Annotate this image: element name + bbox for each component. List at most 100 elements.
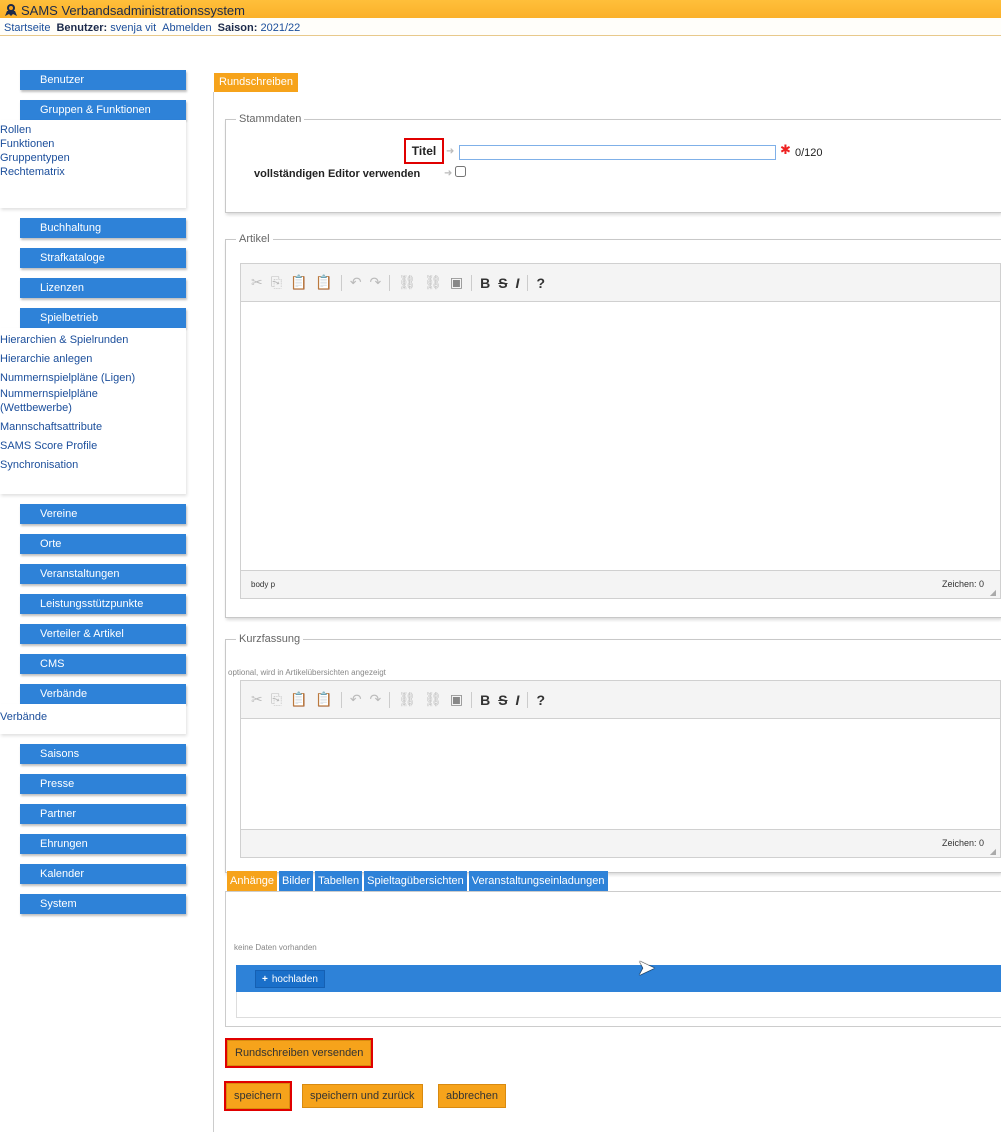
- sidebar-link-rollen[interactable]: Rollen: [0, 123, 186, 137]
- sidebar-item-spielbetrieb[interactable]: Spielbetrieb: [20, 308, 186, 328]
- sidebar-link-nsp-wettbewerbe[interactable]: Nummernspielpläne: [0, 388, 186, 401]
- sidebar-item-kalender[interactable]: Kalender: [20, 864, 186, 884]
- tab-tabellen[interactable]: Tabellen: [315, 871, 363, 891]
- sidebar-item-buchhaltung[interactable]: Buchhaltung: [20, 218, 186, 238]
- sams-logo-icon: [4, 3, 18, 17]
- save-and-back-button[interactable]: speichern und zurück: [302, 1084, 423, 1108]
- app-title: SAMS Verbandsadministrationssystem: [4, 2, 245, 18]
- sidebar-link-funktionen[interactable]: Funktionen: [0, 137, 186, 151]
- undo-icon[interactable]: ↶: [350, 274, 362, 291]
- kurzfassung-editor[interactable]: ✂ ⎘ 📋 📋 ↶ ↷ ⛓ ⛓ ▣ B S I ? Zeichen: 0 ◢: [240, 680, 1001, 858]
- paste-icon[interactable]: 📋: [290, 691, 307, 708]
- full-editor-checkbox[interactable]: [455, 166, 466, 177]
- attachments-empty: keine Daten vorhanden: [234, 943, 317, 952]
- upload-drop-area[interactable]: [236, 992, 1001, 1018]
- strike-icon[interactable]: S: [498, 275, 507, 291]
- save-button[interactable]: speichern: [224, 1081, 292, 1111]
- sidebar-link-verbaende[interactable]: Verbände: [0, 710, 186, 724]
- remove-format-icon[interactable]: I: [516, 275, 520, 291]
- image-icon[interactable]: ▣: [450, 691, 463, 708]
- redo-icon[interactable]: ↷: [370, 691, 382, 708]
- help-icon[interactable]: ?: [536, 692, 545, 708]
- toolbar-separator: [340, 274, 342, 291]
- unlink-icon[interactable]: ⛓: [424, 691, 442, 708]
- user-name[interactable]: svenja vit: [110, 22, 156, 34]
- link-icon[interactable]: ⛓: [398, 274, 416, 291]
- toolbar-separator: [471, 691, 473, 708]
- sidebar-item-lizenzen[interactable]: Lizenzen: [20, 278, 186, 298]
- sidebar-link-gruppentypen[interactable]: Gruppentypen: [0, 151, 186, 165]
- paste-icon[interactable]: 📋: [290, 274, 307, 291]
- full-editor-label: vollständigen Editor verwenden: [254, 168, 421, 180]
- sidebar-item-veranstaltungen[interactable]: Veranstaltungen: [20, 564, 186, 584]
- tab-spieltaguebersichten[interactable]: Spieltagübersichten: [364, 871, 467, 891]
- toolbar-separator: [527, 691, 529, 708]
- strike-icon[interactable]: S: [498, 692, 507, 708]
- sidebar-item-strafkataloge[interactable]: Strafkataloge: [20, 248, 186, 268]
- redo-icon[interactable]: ↷: [370, 274, 382, 291]
- sidebar-item-verteiler[interactable]: Verteiler & Artikel: [20, 624, 186, 644]
- sidebar-item-vereine[interactable]: Vereine: [20, 504, 186, 524]
- unlink-icon[interactable]: ⛓: [424, 274, 442, 291]
- toolbar-separator: [389, 274, 391, 291]
- cancel-button[interactable]: abbrechen: [438, 1084, 506, 1108]
- bold-icon[interactable]: B: [480, 692, 490, 708]
- sidebar-item-system[interactable]: System: [20, 894, 186, 914]
- attachments-panel: keine Daten vorhanden + hochladen: [225, 891, 1001, 1027]
- home-link[interactable]: Startseite: [4, 22, 50, 34]
- sidebar-link-nsp-ligen[interactable]: Nummernspielpläne (Ligen): [0, 369, 186, 388]
- help-icon[interactable]: ?: [536, 275, 545, 291]
- cut-icon[interactable]: ✂: [251, 691, 263, 708]
- logout-link[interactable]: Abmelden: [162, 22, 212, 34]
- titel-input[interactable]: [459, 145, 776, 160]
- sidebar-item-gruppen[interactable]: Gruppen & Funktionen: [20, 100, 186, 120]
- sidebar-link-sams-score[interactable]: SAMS Score Profile: [0, 437, 186, 456]
- user-info: Benutzer: svenja vit: [56, 22, 156, 34]
- upload-button[interactable]: + hochladen: [255, 970, 325, 988]
- resize-icon[interactable]: ◢: [990, 588, 996, 597]
- artikel-element-path[interactable]: body p: [251, 580, 275, 589]
- artikel-editor[interactable]: ✂ ⎘ 📋 📋 ↶ ↷ ⛓ ⛓ ▣ B S I ? body p Zeichen…: [240, 263, 1001, 599]
- undo-icon[interactable]: ↶: [350, 691, 362, 708]
- paste-word-icon[interactable]: 📋: [315, 274, 332, 291]
- copy-icon[interactable]: ⎘: [271, 691, 282, 708]
- link-icon[interactable]: ⛓: [398, 691, 416, 708]
- remove-format-icon[interactable]: I: [516, 692, 520, 708]
- cut-icon[interactable]: ✂: [251, 274, 263, 291]
- sidebar-item-ehrungen[interactable]: Ehrungen: [20, 834, 186, 854]
- artikel-editor-toolbar: ✂ ⎘ 📋 📋 ↶ ↷ ⛓ ⛓ ▣ B S I ?: [241, 264, 1000, 302]
- season-value[interactable]: 2021/22: [260, 22, 300, 34]
- sidebar-link-hierarchien[interactable]: Hierarchien & Spielrunden: [0, 331, 186, 350]
- sidebar-link-nsp-wettbewerbe-2[interactable]: (Wettbewerbe): [0, 401, 186, 415]
- image-icon[interactable]: ▣: [450, 274, 463, 291]
- sidebar-link-hierarchie-anlegen[interactable]: Hierarchie anlegen: [0, 350, 186, 369]
- sidebar-item-partner[interactable]: Partner: [20, 804, 186, 824]
- sidebar-item-verbaende[interactable]: Verbände: [20, 684, 186, 704]
- bold-icon[interactable]: B: [480, 275, 490, 291]
- sidebar-link-mannschaftsattribute[interactable]: Mannschaftsattribute: [0, 418, 186, 437]
- sidebar-item-saisons[interactable]: Saisons: [20, 744, 186, 764]
- mouse-cursor-icon: ➤: [637, 955, 656, 980]
- arrow-icon: ➜: [446, 146, 455, 157]
- sidebar: Benutzer Gruppen & Funktionen Rollen Fun…: [0, 70, 186, 914]
- plus-icon: +: [262, 974, 268, 985]
- paste-word-icon[interactable]: 📋: [315, 691, 332, 708]
- top-nav: Startseite Benutzer: svenja vit Abmelden…: [4, 20, 300, 35]
- sidebar-item-orte[interactable]: Orte: [20, 534, 186, 554]
- artikel-editor-footer: body p Zeichen: 0 ◢: [241, 570, 1000, 598]
- kurzfassung-char-count: Zeichen: 0: [941, 838, 984, 848]
- tab-anhaenge[interactable]: Anhänge: [227, 871, 278, 891]
- tab-rundschreiben[interactable]: Rundschreiben: [214, 73, 298, 92]
- tab-bilder[interactable]: Bilder: [279, 871, 314, 891]
- resize-icon[interactable]: ◢: [990, 847, 996, 856]
- tab-veranstaltungseinladungen[interactable]: Veranstaltungseinladungen: [468, 871, 608, 891]
- sidebar-item-leistungsstuetzpunkte[interactable]: Leistungsstützpunkte: [20, 594, 186, 614]
- copy-icon[interactable]: ⎘: [271, 274, 282, 291]
- sidebar-item-presse[interactable]: Presse: [20, 774, 186, 794]
- sidebar-link-rechtematrix[interactable]: Rechtematrix: [0, 165, 186, 179]
- sidebar-item-cms[interactable]: CMS: [20, 654, 186, 674]
- sidebar-link-synchronisation[interactable]: Synchronisation: [0, 456, 186, 475]
- titel-counter: 0/120: [795, 147, 823, 159]
- send-circular-button[interactable]: Rundschreiben versenden: [224, 1038, 374, 1068]
- sidebar-item-benutzer[interactable]: Benutzer: [20, 70, 186, 90]
